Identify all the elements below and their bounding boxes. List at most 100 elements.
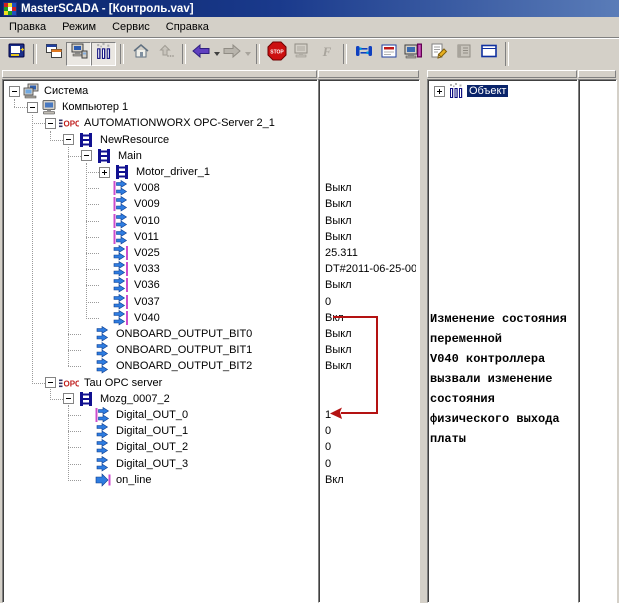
tree-row[interactable]: V037 bbox=[5, 294, 315, 310]
value-cell[interactable]: 25.311 bbox=[325, 245, 416, 261]
menu-item[interactable]: Правка bbox=[1, 18, 54, 36]
tree-row-label[interactable]: on_line bbox=[114, 474, 153, 486]
tree-row[interactable]: V025 bbox=[5, 245, 315, 261]
tree-row[interactable]: Digital_OUT_1 bbox=[5, 423, 315, 439]
value-cell[interactable]: Выкл bbox=[325, 180, 416, 196]
tree-row[interactable]: V010 bbox=[5, 213, 315, 229]
tree-row[interactable]: Mozg_0007_2 bbox=[5, 391, 315, 407]
edit-doc-button[interactable] bbox=[426, 42, 451, 66]
tree-row[interactable]: V008 bbox=[5, 180, 315, 196]
tree-row-label[interactable]: ONBOARD_OUTPUT_BIT1 bbox=[114, 344, 254, 356]
tree-row-label[interactable]: AUTOMATIONWORX OPC-Server 2_1 bbox=[82, 117, 277, 129]
tree-row-label[interactable]: Система bbox=[42, 85, 90, 97]
tree-row[interactable]: Motor_driver_1 bbox=[5, 164, 315, 180]
tree-row-label[interactable]: Digital_OUT_1 bbox=[114, 425, 190, 437]
tree-row-label[interactable]: Tau OPC server bbox=[82, 377, 164, 389]
value-cell[interactable]: Выкл bbox=[325, 358, 416, 374]
tree-row[interactable]: Система bbox=[5, 83, 315, 99]
value-cell[interactable]: 0 bbox=[325, 439, 416, 455]
tree-row-label[interactable]: Digital_OUT_3 bbox=[114, 458, 190, 470]
dropdown-caret[interactable] bbox=[245, 52, 251, 56]
run-button[interactable] bbox=[289, 42, 314, 66]
tree-row[interactable]: ONBOARD_OUTPUT_BIT1 bbox=[5, 342, 315, 358]
report-button[interactable] bbox=[376, 42, 401, 66]
up-level-button[interactable] bbox=[153, 42, 178, 66]
stop-button[interactable]: STOP bbox=[264, 42, 289, 66]
function-key-button[interactable]: F bbox=[314, 42, 339, 66]
value-cell[interactable]: Выкл bbox=[325, 277, 416, 293]
home-button[interactable] bbox=[128, 42, 153, 66]
tree-row[interactable]: on_line bbox=[5, 472, 315, 488]
tree-row-label[interactable]: V037 bbox=[132, 296, 162, 308]
collapse-minus-icon[interactable] bbox=[27, 102, 38, 113]
value-cell[interactable]: 1 bbox=[325, 407, 416, 423]
collapse-minus-icon[interactable] bbox=[9, 86, 20, 97]
value-cell[interactable]: Выкл bbox=[325, 213, 416, 229]
runtime-window-button[interactable] bbox=[4, 42, 29, 66]
value-cell[interactable]: Выкл bbox=[325, 196, 416, 212]
column-header[interactable] bbox=[2, 70, 317, 78]
tree-row-label[interactable]: V036 bbox=[132, 279, 162, 291]
tree-row[interactable]: Main bbox=[5, 148, 315, 164]
value-cell[interactable]: DT#2011-06-25-00 bbox=[325, 261, 416, 277]
tree-row[interactable]: Digital_OUT_3 bbox=[5, 456, 315, 472]
tree-row-label[interactable]: V033 bbox=[132, 263, 162, 275]
collapse-minus-icon[interactable] bbox=[45, 118, 56, 129]
book-button[interactable] bbox=[451, 42, 476, 66]
tree-row-label[interactable]: Motor_driver_1 bbox=[134, 166, 212, 178]
back-button[interactable] bbox=[190, 42, 221, 66]
tree-row-label[interactable]: NewResource bbox=[98, 134, 171, 146]
connections-button[interactable] bbox=[351, 42, 376, 66]
menu-item[interactable]: Справка bbox=[158, 18, 217, 36]
collapse-minus-icon[interactable] bbox=[63, 134, 74, 145]
value-cell[interactable]: Выкл bbox=[325, 326, 416, 342]
computer-doc-button[interactable] bbox=[401, 42, 426, 66]
tree-row-label[interactable]: ONBOARD_OUTPUT_BIT0 bbox=[114, 328, 254, 340]
tree-row-label[interactable]: V009 bbox=[132, 198, 162, 210]
collapse-minus-icon[interactable] bbox=[45, 377, 56, 388]
tree-row[interactable]: V040 bbox=[5, 310, 315, 326]
tree-row[interactable]: ONBOARD_OUTPUT_BIT0 bbox=[5, 326, 315, 342]
value-cell[interactable]: Вкл bbox=[325, 472, 416, 488]
system-view-button[interactable] bbox=[66, 42, 91, 66]
tree-row[interactable]: Digital_OUT_2 bbox=[5, 439, 315, 455]
tree-row[interactable]: Объект bbox=[430, 83, 575, 99]
tree-row-label[interactable]: ONBOARD_OUTPUT_BIT2 bbox=[114, 360, 254, 372]
tree-row-label[interactable]: V040 bbox=[132, 312, 162, 324]
value-cell[interactable]: Вкл bbox=[325, 310, 416, 326]
column-header[interactable] bbox=[318, 70, 419, 78]
tree-row-label[interactable]: V010 bbox=[132, 215, 162, 227]
tree-row[interactable]: OPCTau OPC server bbox=[5, 375, 315, 391]
cascade-windows-button[interactable] bbox=[41, 42, 66, 66]
tree-row-label[interactable]: Main bbox=[116, 150, 144, 162]
tree-row[interactable]: V011 bbox=[5, 229, 315, 245]
menu-item[interactable]: Сервис bbox=[104, 18, 158, 36]
collapse-minus-icon[interactable] bbox=[63, 393, 74, 404]
tree-row-label[interactable]: Mozg_0007_2 bbox=[98, 393, 172, 405]
tree-row[interactable]: NewResource bbox=[5, 132, 315, 148]
tree-row-label[interactable]: Digital_OUT_0 bbox=[114, 409, 190, 421]
tree-row[interactable]: V033 bbox=[5, 261, 315, 277]
app-icon[interactable] bbox=[3, 2, 17, 16]
tree-row-label[interactable]: Объект bbox=[467, 85, 508, 97]
tree-row[interactable]: OPCAUTOMATIONWORX OPC-Server 2_1 bbox=[5, 115, 315, 131]
forward-button[interactable] bbox=[221, 42, 252, 66]
collapse-minus-icon[interactable] bbox=[81, 150, 92, 161]
value-cell[interactable]: 0 bbox=[325, 423, 416, 439]
tree-row[interactable]: Digital_OUT_0 bbox=[5, 407, 315, 423]
tree-row-label[interactable]: V008 bbox=[132, 182, 162, 194]
value-cell[interactable]: Выкл bbox=[325, 342, 416, 358]
column-header[interactable] bbox=[578, 70, 616, 78]
object-view-button[interactable] bbox=[91, 42, 116, 66]
expand-plus-icon[interactable] bbox=[434, 86, 445, 97]
tree-row-label[interactable]: Digital_OUT_2 bbox=[114, 441, 190, 453]
menu-item[interactable]: Режим bbox=[54, 18, 104, 36]
tree-row-label[interactable]: V011 bbox=[132, 231, 161, 243]
tree-row[interactable]: Компьютер 1 bbox=[5, 99, 315, 115]
column-header[interactable] bbox=[427, 70, 577, 78]
tree-row[interactable]: V036 bbox=[5, 277, 315, 293]
tree-row-label[interactable]: V025 bbox=[132, 247, 162, 259]
new-window-button[interactable] bbox=[476, 42, 501, 66]
expand-plus-icon[interactable] bbox=[99, 167, 110, 178]
tree-row[interactable]: V009 bbox=[5, 196, 315, 212]
